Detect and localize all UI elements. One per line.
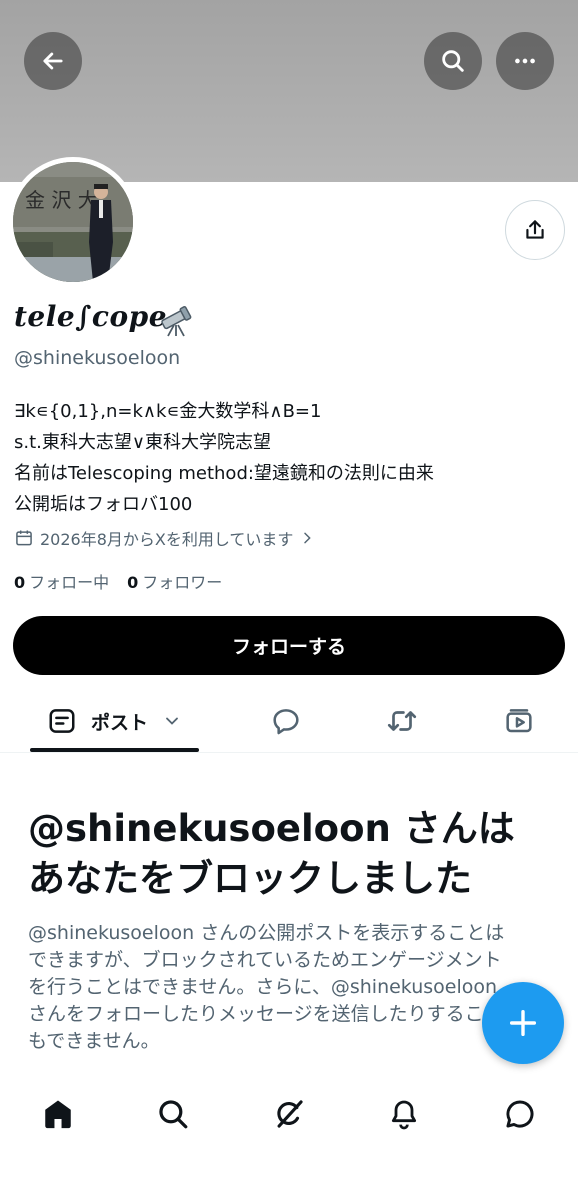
search-button[interactable]: [424, 32, 482, 90]
nav-notifications[interactable]: [374, 1092, 434, 1136]
post-icon: [49, 709, 75, 733]
avatar[interactable]: 金 沢 大: [8, 157, 138, 287]
plus-icon: [509, 1009, 537, 1037]
bio-line: ∃k∊{0,1},n=k∧k∊金大数学科∧B=1: [14, 401, 322, 422]
display-name: tele∫cope: [14, 300, 168, 333]
followers-link[interactable]: 0 フォロワー: [127, 569, 222, 593]
profile-handle: @shinekusoeloon: [14, 347, 181, 369]
follow-button[interactable]: フォローする: [13, 616, 565, 675]
nav-messages[interactable]: [490, 1092, 550, 1136]
home-icon: [45, 1100, 71, 1129]
chevron-down-icon: [166, 717, 178, 725]
tab-posts[interactable]: ポスト: [30, 690, 199, 752]
svg-text:金 沢 大: 金 沢 大: [25, 188, 98, 212]
blocked-title: @shinekusoeloon さんは あなたをブロックしました: [28, 804, 568, 904]
blocked-description: @shinekusoeloon さんの公開ポストを表示することは できますが、ブ…: [28, 920, 548, 1055]
joined-date-row[interactable]: 2026年8月からXを利用しています: [14, 526, 315, 550]
nav-explore[interactable]: [143, 1092, 203, 1136]
blocked-body-line: を行うことはできません。さらに、@shinekusoeloon: [28, 976, 498, 998]
tab-media[interactable]: [489, 690, 549, 752]
telescope-emoji: [158, 305, 194, 341]
share-button[interactable]: [505, 200, 565, 260]
active-tab-indicator: [30, 748, 199, 752]
messages-icon: [506, 1100, 534, 1128]
profile-banner[interactable]: [0, 0, 578, 182]
blocked-body-line: もできません。: [28, 1030, 160, 1052]
explore-icon: [159, 1100, 188, 1129]
grok-icon: [277, 1100, 303, 1128]
profile-tabs: ポスト: [0, 690, 578, 753]
tab-reposts[interactable]: [372, 690, 432, 752]
profile-bio: ∃k∊{0,1},n=k∧k∊金大数学科∧B=1 s.t.東科大志望∨東科大学院…: [14, 396, 564, 520]
tab-replies[interactable]: [256, 690, 316, 752]
nav-grok[interactable]: [259, 1092, 319, 1136]
compose-post-button[interactable]: [482, 982, 564, 1064]
bio-line: 公開垢はフォロバ100: [14, 494, 193, 515]
blocked-title-line: あなたをブロックしました: [28, 857, 472, 900]
arrow-left-icon: [43, 52, 63, 70]
blocked-body-line: @shinekusoeloon さんの公開ポストを表示することは: [28, 922, 505, 944]
media-icon: [506, 709, 532, 733]
followers-count: 0: [127, 573, 139, 592]
reply-icon: [273, 709, 299, 735]
blocked-body-line: さんをフォローしたりメッセージを送信したりすること: [28, 1003, 503, 1025]
nav-home[interactable]: [28, 1092, 88, 1136]
bottom-navigation: [0, 1078, 578, 1200]
joined-date: 2026年8月からXを利用しています: [40, 530, 294, 549]
repost-icon: [387, 711, 417, 731]
followers-label: フォロワー: [142, 573, 223, 592]
chevron-right-icon: [304, 532, 312, 544]
following-count: 0: [14, 573, 26, 592]
bio-line: s.t.東科大志望∨東科大学院志望: [14, 432, 272, 453]
following-label: フォロー中: [29, 573, 110, 592]
more-horizontal-icon: [515, 58, 535, 64]
back-button[interactable]: [24, 32, 82, 90]
follow-counts: 0 フォロー中 0 フォロワー: [14, 569, 222, 593]
tab-posts-label: ポスト: [90, 711, 148, 734]
blocked-body-line: できますが、ブロックされているためエンゲージメント: [28, 949, 502, 971]
search-icon: [442, 50, 464, 72]
following-link[interactable]: 0 フォロー中: [14, 569, 109, 593]
share-icon: [526, 220, 544, 239]
notifications-icon: [391, 1100, 417, 1130]
bio-line: 名前はTelescoping method:望遠鏡和の法則に由来: [14, 463, 434, 484]
blocked-title-line: @shinekusoeloon さんは: [28, 807, 515, 850]
calendar-icon: [16, 530, 32, 546]
more-button[interactable]: [496, 32, 554, 90]
avatar-photo: 金 沢 大: [13, 162, 133, 282]
